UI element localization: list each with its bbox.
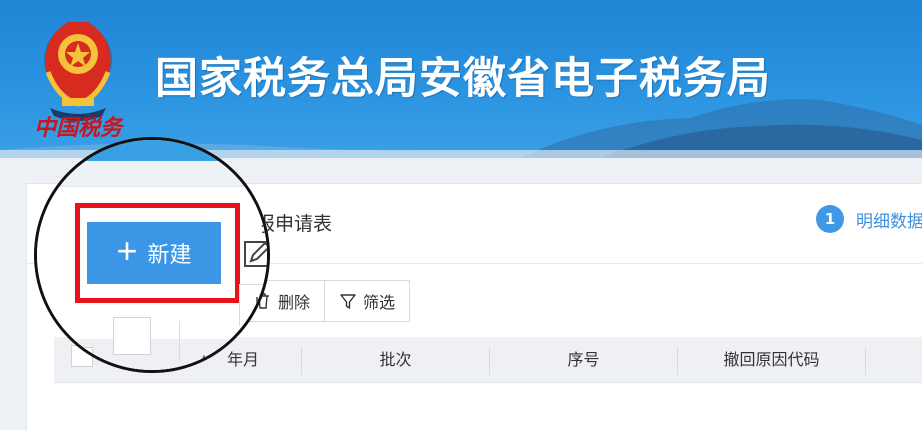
new-label: 新建 <box>147 242 192 267</box>
trash-icon <box>256 297 263 312</box>
magnified-trash-icon <box>255 295 265 317</box>
magnified-banner <box>37 140 267 161</box>
magnified-column-header-year-month: 年月 <box>199 355 233 373</box>
step-label[interactable]: 明细数据 <box>856 207 922 232</box>
edit-icon[interactable] <box>243 239 267 269</box>
step-number-badge: 1 <box>816 205 844 233</box>
logo-caption: 中国税务 <box>34 115 123 141</box>
site-title: 国家税务总局安徽省电子税务局 <box>155 54 771 104</box>
site-banner: 中国税务 国家税务总局安徽省电子税务局 <box>0 0 922 158</box>
filter-icon <box>340 294 356 309</box>
magnified-checkbox[interactable] <box>113 317 151 355</box>
magnified-select-all-checkbox[interactable] <box>71 347 93 369</box>
column-header-seq[interactable]: 序号 <box>490 337 677 383</box>
column-header-withdraw-reason[interactable]: 撤回原因代码 <box>678 337 865 383</box>
magnified-view: 报申请表 + 新建 年月 <box>37 140 267 373</box>
table-toolbar: 删除 筛选 <box>247 280 411 322</box>
delete-label: 删除 <box>278 295 311 312</box>
edit-icon-graphic <box>244 241 267 267</box>
new-button[interactable]: + 新建 <box>87 222 221 284</box>
magnified-background <box>37 161 267 186</box>
filter-label: 筛选 <box>363 295 396 312</box>
zoom-magnifier: 报申请表 + 新建 年月 <box>34 137 270 373</box>
column-header-batch[interactable]: 批次 <box>302 337 489 383</box>
magnified-column-divider <box>179 321 180 361</box>
column-divider <box>865 347 866 375</box>
filter-button[interactable]: 筛选 <box>325 280 411 322</box>
plus-icon: + <box>116 230 138 271</box>
